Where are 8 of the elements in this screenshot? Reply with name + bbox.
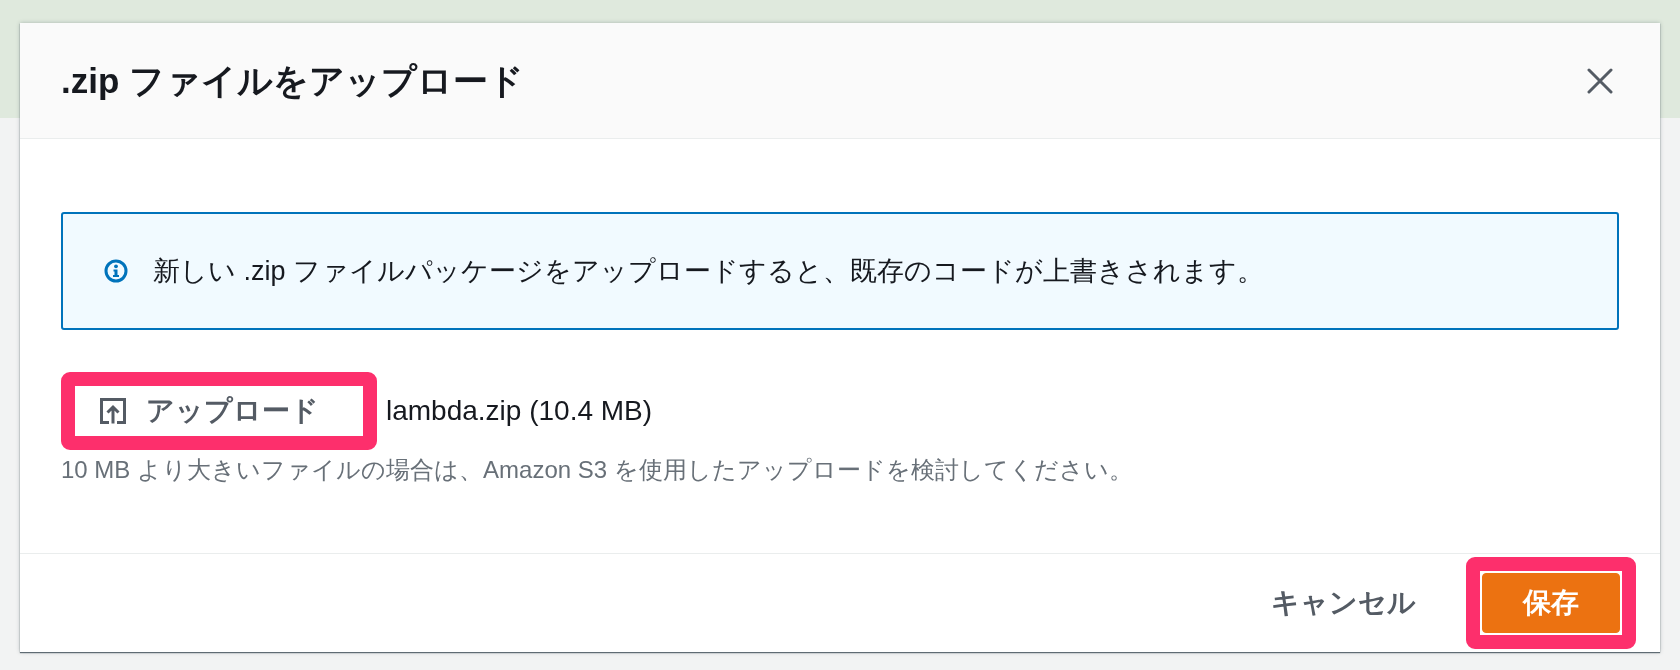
info-icon bbox=[104, 259, 128, 283]
dialog-title: .zip ファイルをアップロード bbox=[61, 59, 525, 102]
file-name: lambda.zip (10.4 MB) bbox=[386, 395, 653, 427]
hint-text: 10 MB より大きいファイルの場合は、Amazon S3 を使用したアップロードを検討してください。 bbox=[61, 455, 1133, 485]
close-icon bbox=[1587, 67, 1613, 94]
alert-message: 新しい .zip ファイルパッケージをアップロードすると、既存のコードが上書きされます。 bbox=[153, 255, 1265, 288]
upload-icon bbox=[99, 397, 127, 425]
cancel-button[interactable]: キャンセル bbox=[1251, 578, 1436, 628]
